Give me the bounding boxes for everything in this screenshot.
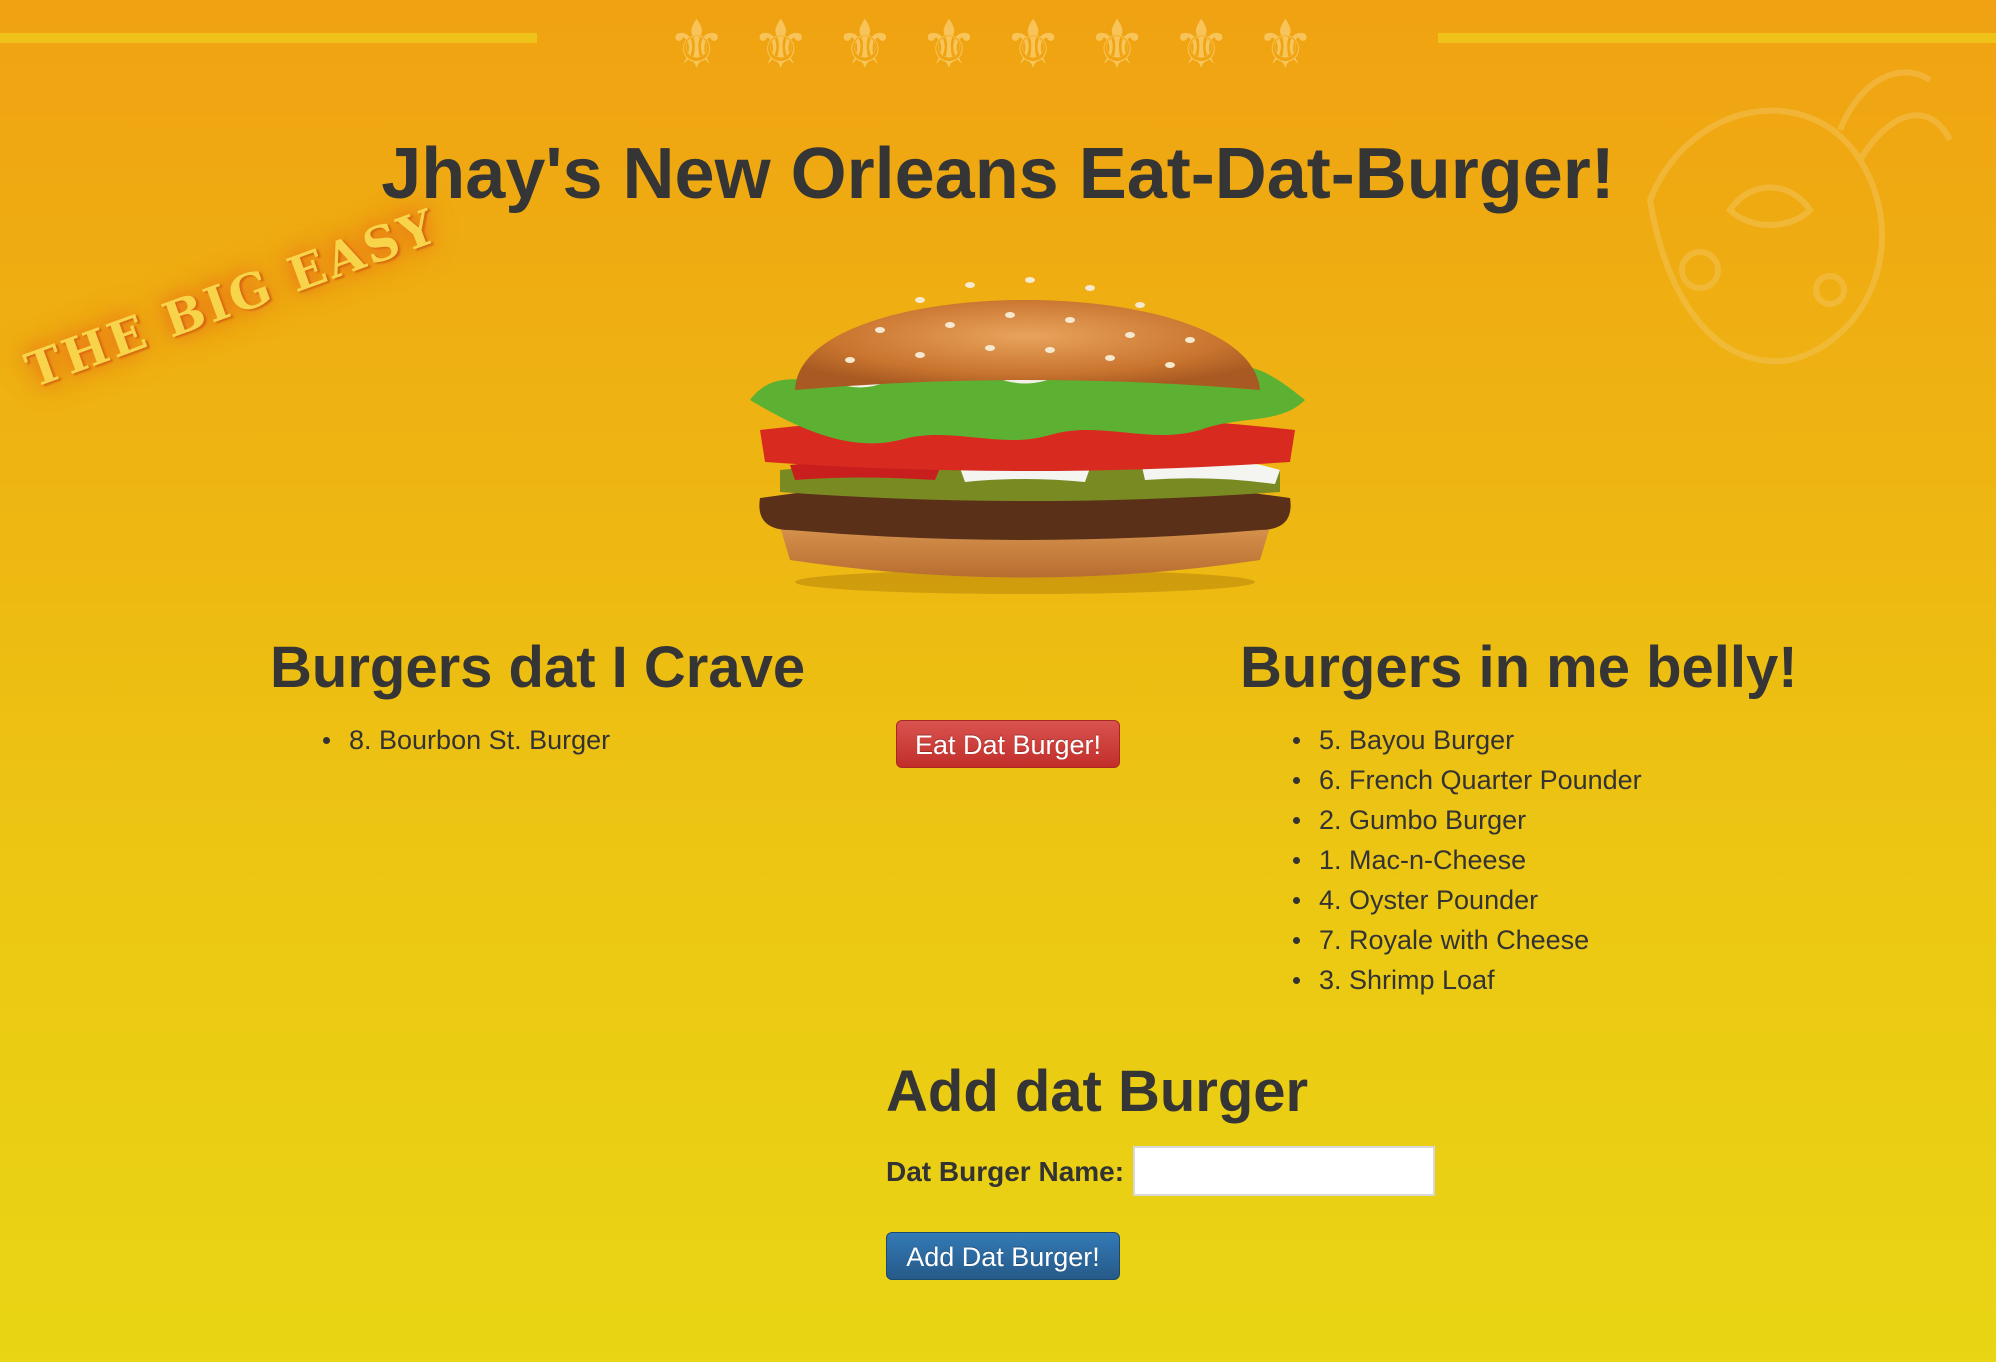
list-item: 4. Oyster Pounder — [1293, 880, 1642, 920]
eat-dat-burger-button[interactable]: Eat Dat Burger! — [896, 720, 1120, 768]
fleur-de-lis-icon: ⚜ — [1003, 6, 1063, 83]
burger-image — [750, 277, 1305, 594]
add-dat-burger-button[interactable]: Add Dat Burger! — [886, 1232, 1120, 1280]
list-item: 8. Bourbon St. Burger — [322, 720, 610, 760]
header-decor-line-left — [0, 33, 537, 43]
fleur-de-lis-icon: ⚜ — [751, 6, 811, 83]
list-item: 7. Royale with Cheese — [1293, 920, 1642, 960]
fleur-de-lis-icon: ⚜ — [667, 6, 727, 83]
fleur-de-lis-icon: ⚜ — [835, 6, 895, 83]
belly-heading: Burgers in me belly! — [1240, 635, 1798, 700]
list-item: 6. French Quarter Pounder — [1293, 760, 1642, 800]
add-burger-heading: Add dat Burger — [886, 1059, 1309, 1124]
mardi-gras-mask-icon — [1646, 69, 1953, 365]
fleur-de-lis-border: ⚜ ⚜ ⚜ ⚜ ⚜ ⚜ ⚜ ⚜ — [667, 0, 1315, 90]
crave-list: 8. Bourbon St. Burger — [322, 720, 610, 760]
list-item: 3. Shrimp Loaf — [1293, 960, 1642, 1000]
big-easy-text: THE BIG EASY — [18, 198, 446, 400]
list-item: 2. Gumbo Burger — [1293, 800, 1642, 840]
fleur-de-lis-icon: ⚜ — [919, 6, 979, 83]
fleur-de-lis-icon: ⚜ — [1255, 6, 1315, 83]
big-easy-logo: THE BIG EASY — [18, 198, 445, 399]
belly-list: 5. Bayou Burger 6. French Quarter Pounder… — [1293, 720, 1642, 1000]
burger-name-input[interactable] — [1133, 1146, 1435, 1196]
fleur-de-lis-icon: ⚜ — [1087, 6, 1147, 83]
fleur-de-lis-icon: ⚜ — [1171, 6, 1231, 83]
list-item: 5. Bayou Burger — [1293, 720, 1642, 760]
burger-name-label: Dat Burger Name: — [886, 1156, 1125, 1187]
list-item: 1. Mac-n-Cheese — [1293, 840, 1642, 880]
page-title: Jhay's New Orleans Eat-Dat-Burger! — [381, 134, 1615, 214]
crave-heading: Burgers dat I Crave — [270, 635, 806, 700]
